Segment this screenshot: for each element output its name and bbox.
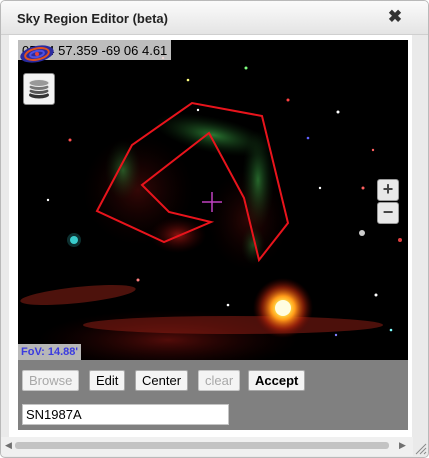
accept-button[interactable]: Accept [248, 370, 306, 391]
layers-icon [28, 79, 50, 99]
title-bar[interactable]: Sky Region Editor (beta) ✖ [1, 1, 428, 35]
zoom-out-button[interactable]: − [377, 202, 399, 224]
browse-button[interactable]: Browse [22, 370, 80, 391]
scrollbar-thumb[interactable] [15, 442, 389, 449]
close-icon[interactable]: ✖ [386, 7, 404, 27]
zoom-in-button[interactable]: + [377, 179, 399, 201]
sky-viewer[interactable]: 05 34 57.359 -69 06 4.61 + − FoV: 14.88' [18, 40, 408, 360]
resize-grip-icon[interactable] [412, 437, 428, 456]
editor-content: 05 34 57.359 -69 06 4.61 + − FoV: 14.88' [9, 35, 412, 437]
window-title: Sky Region Editor (beta) [17, 11, 168, 26]
horizontal-scrollbar[interactable]: ◀ ▶ [1, 437, 413, 456]
layers-button[interactable] [23, 73, 55, 105]
galaxy-icon[interactable] [18, 40, 56, 68]
edit-button[interactable]: Edit [89, 370, 126, 391]
sky-region-editor-window: Sky Region Editor (beta) ✖ 05 34 57.359 … [0, 0, 429, 458]
target-input[interactable] [22, 404, 229, 425]
clear-button[interactable]: clear [198, 370, 241, 391]
region-toolbar: Browse Edit Center clear Accept [18, 360, 408, 430]
center-button[interactable]: Center [135, 370, 189, 391]
fov-label: FoV: 14.88' [18, 344, 82, 360]
sky-image [20, 51, 402, 360]
scroll-right-icon[interactable]: ▶ [399, 440, 406, 451]
scroll-left-icon[interactable]: ◀ [5, 440, 12, 451]
